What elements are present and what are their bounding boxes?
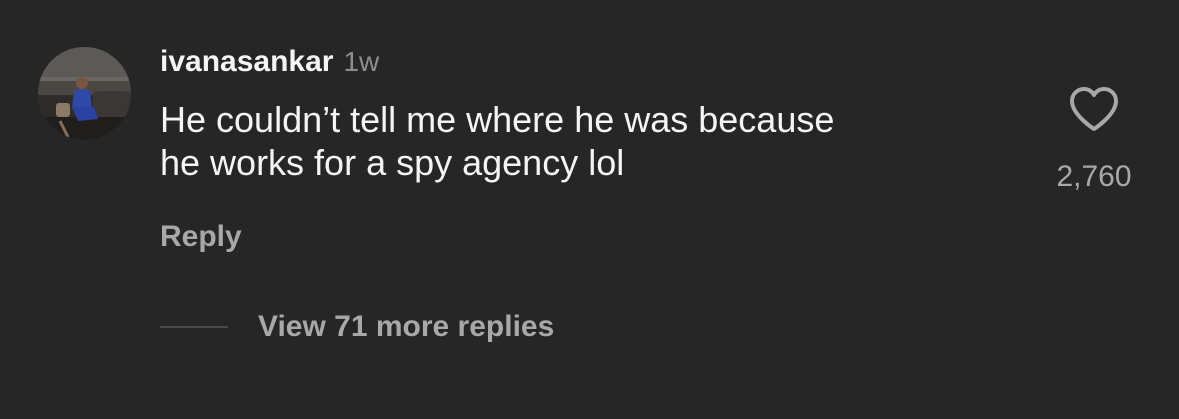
comment-text: He couldn’t tell me where he was because…: [160, 99, 835, 183]
view-replies-button[interactable]: View 71 more replies: [160, 310, 554, 344]
avatar-image: [38, 47, 131, 140]
like-count: 2,760: [1056, 160, 1132, 193]
comment-item: ivanasankar 1w He couldn’t tell me where…: [0, 0, 1179, 419]
replies-divider: [160, 326, 228, 328]
view-replies-label: View 71 more replies: [258, 310, 555, 343]
username[interactable]: ivanasankar: [160, 45, 333, 79]
avatar[interactable]: [38, 47, 131, 140]
comment-header: ivanasankar 1w: [160, 45, 379, 85]
heart-outline-icon[interactable]: [1068, 86, 1120, 132]
reply-button[interactable]: Reply: [160, 220, 242, 254]
timestamp: 1w: [343, 46, 380, 77]
